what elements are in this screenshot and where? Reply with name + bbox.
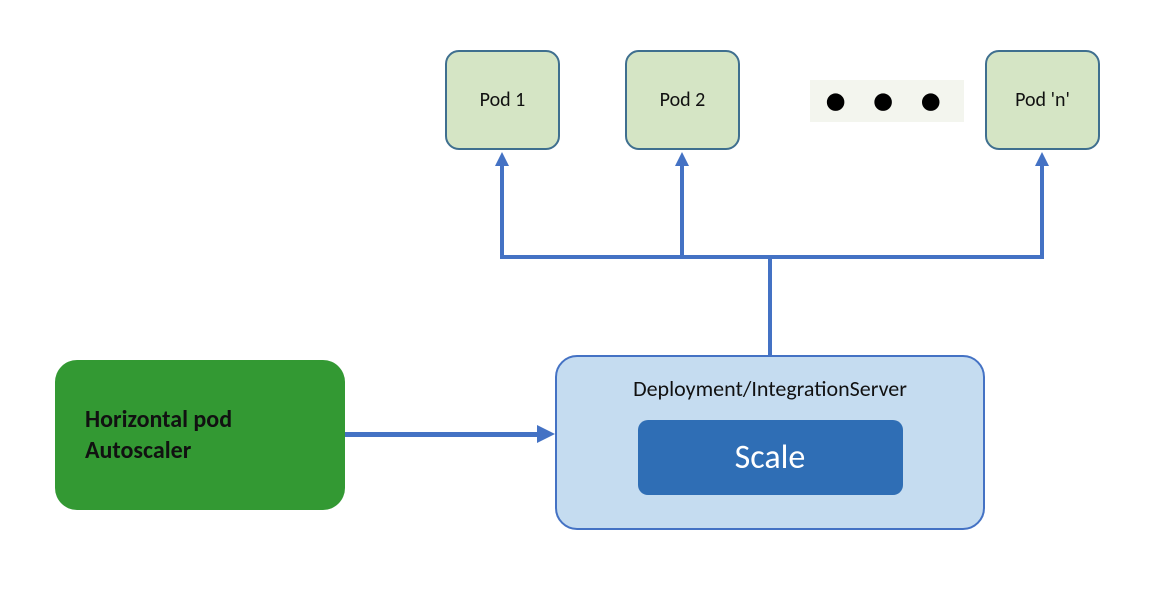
arrowhead-podn (1035, 152, 1049, 166)
connector-to-pod1 (500, 164, 504, 259)
deployment-title: Deployment/IntegrationServer (633, 375, 907, 402)
arrowhead-pod1 (495, 152, 509, 166)
hpa-text: Horizontal pod Autoscaler (85, 404, 232, 466)
pod-n-box: Pod 'n' (985, 50, 1100, 150)
connector-trunk (768, 255, 772, 355)
deployment-box: Deployment/IntegrationServer Scale (555, 355, 985, 530)
pod-1-label: Pod 1 (480, 88, 526, 112)
connector-hpa-deploy (345, 432, 538, 437)
pod-1-box: Pod 1 (445, 50, 560, 150)
hpa-box: Horizontal pod Autoscaler (55, 360, 345, 510)
ellipsis-icon: ● ● ● (810, 80, 964, 122)
connector-to-podn (1040, 164, 1044, 259)
arrowhead-pod2 (675, 152, 689, 166)
pod-n-label: Pod 'n' (1015, 88, 1070, 112)
hpa-line1: Horizontal pod (85, 405, 232, 434)
connector-bus (500, 255, 1044, 259)
pod-2-box: Pod 2 (625, 50, 740, 150)
hpa-line2: Autoscaler (85, 436, 191, 465)
pod-2-label: Pod 2 (660, 88, 706, 112)
connector-to-pod2 (680, 164, 684, 259)
scale-box: Scale (638, 420, 903, 495)
scale-label: Scale (735, 437, 806, 478)
arrowhead-hpa-deploy (537, 425, 555, 443)
